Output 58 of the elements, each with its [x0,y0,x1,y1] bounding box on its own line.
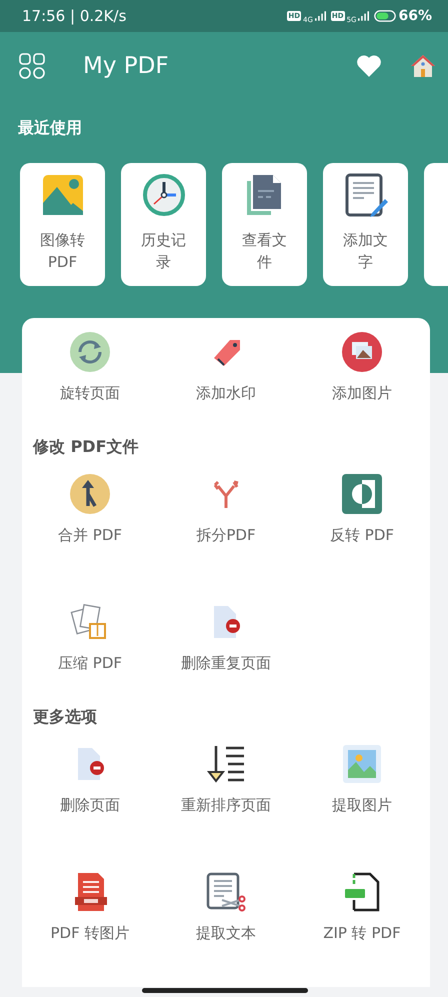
tool-label: 压缩 PDF [58,654,122,673]
tool-button[interactable]: 反转 PDF [294,474,430,545]
section-title: 更多选项 [32,706,98,728]
tool-label: PDF 转图片 [50,924,130,943]
tool-label: 反转 PDF [330,526,394,545]
tool-label: 拆分PDF [196,526,256,545]
contrast-icon [342,474,382,514]
tool-button[interactable]: PDF 转图片 [22,872,158,943]
tool-label: 添加水印 [196,384,256,403]
tool-label: 重新排序页面 [181,796,271,815]
tool-button[interactable]: 添加水印 [158,332,294,403]
tool-label: 删除页面 [60,796,120,815]
recent-tool-card[interactable]: 图像转PDF [20,163,105,286]
tool-button[interactable]: 旋转页面 [22,332,158,403]
tool-button[interactable]: 提取图片 [294,744,430,815]
tool-label: 提取图片 [332,796,392,815]
section-title: 最近使用 [17,117,83,139]
battery-icon [374,10,396,22]
heart-icon[interactable] [356,54,382,78]
tool-button[interactable]: 重新排序页面 [158,744,294,815]
tool-label: 提取文本 [196,924,256,943]
tool-button[interactable]: 压缩 PDF [22,602,158,673]
tool-label: 合并 PDF [58,526,122,545]
card-label: 图像转PDF [39,230,86,273]
signal-icon [358,11,370,21]
card-label: 添加文字 [342,230,389,273]
card-label: 历史记录 [140,230,187,273]
house-icon[interactable] [410,54,436,78]
document-scissors-icon [206,872,246,912]
clock-icon [142,173,186,217]
rotate-icon [70,332,110,372]
tool-button[interactable]: ZIP 转 PDF [294,872,430,943]
picture-icon [40,173,84,217]
tool-button[interactable]: 删除重复页面 [158,602,294,673]
grid-menu-icon[interactable] [19,53,45,79]
card-label: 查看文件 [241,230,288,273]
app-title: My PDF [83,53,170,79]
tool-button[interactable]: 删除页面 [22,744,158,815]
sort-list-icon [206,744,246,784]
document-pencil-icon [344,173,388,217]
tool-label: 删除重复页面 [181,654,271,673]
recent-tool-card[interactable]: 查看文件 [222,163,307,286]
tool-button[interactable]: 添加图片 [294,332,430,403]
tool-button[interactable]: 提取文本 [158,872,294,943]
tool-button[interactable]: 合并 PDF [22,474,158,545]
pictures-icon [342,332,382,372]
tool-label: 旋转页面 [60,384,120,403]
section-title: 修改 PDF文件 [32,436,140,458]
picture-icon [342,744,382,784]
tool-button[interactable]: 拆分PDF [158,474,294,545]
tool-label: 添加图片 [332,384,392,403]
recent-tool-card[interactable]: 添加文字 [323,163,408,286]
status-time: 17:56 | 0.2K/s [22,7,126,25]
zip-file-icon [342,872,382,912]
signal-icon [314,11,326,21]
recent-tool-card[interactable]: 历史记录 [121,163,206,286]
tool-label: ZIP 转 PDF [323,924,401,943]
battery-percent: 66% [398,8,432,24]
